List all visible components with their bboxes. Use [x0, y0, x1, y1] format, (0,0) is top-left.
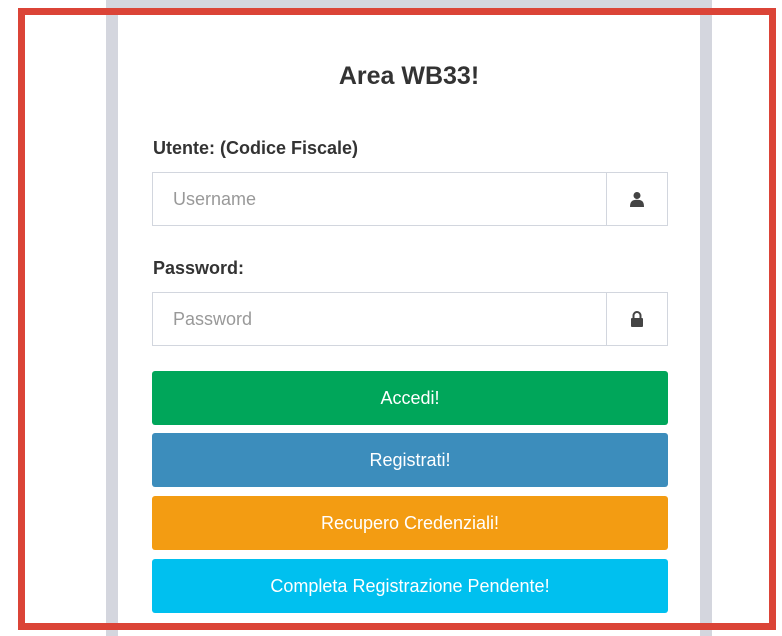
password-input-group: [152, 292, 668, 346]
username-input[interactable]: [153, 173, 606, 225]
password-label: Password:: [153, 258, 245, 278]
complete-registration-button[interactable]: Completa Registrazione Pendente!: [152, 559, 668, 613]
recover-credentials-button[interactable]: Recupero Credenziali!: [152, 496, 668, 550]
password-input[interactable]: [153, 293, 606, 345]
background-strip-right: [700, 0, 712, 636]
username-input-group: [152, 172, 668, 226]
register-button[interactable]: Registrati!: [152, 433, 668, 487]
login-page: Area WB33! Utente: (Codice Fiscale) Pass…: [0, 0, 782, 636]
lock-icon: [606, 293, 667, 345]
username-label: Utente: (Codice Fiscale): [153, 138, 359, 158]
user-icon: [606, 173, 667, 225]
login-title: Area WB33!: [338, 62, 480, 90]
background-strip-left: [106, 0, 118, 636]
background-band: [106, 0, 712, 14]
login-button[interactable]: Accedi!: [152, 371, 668, 425]
